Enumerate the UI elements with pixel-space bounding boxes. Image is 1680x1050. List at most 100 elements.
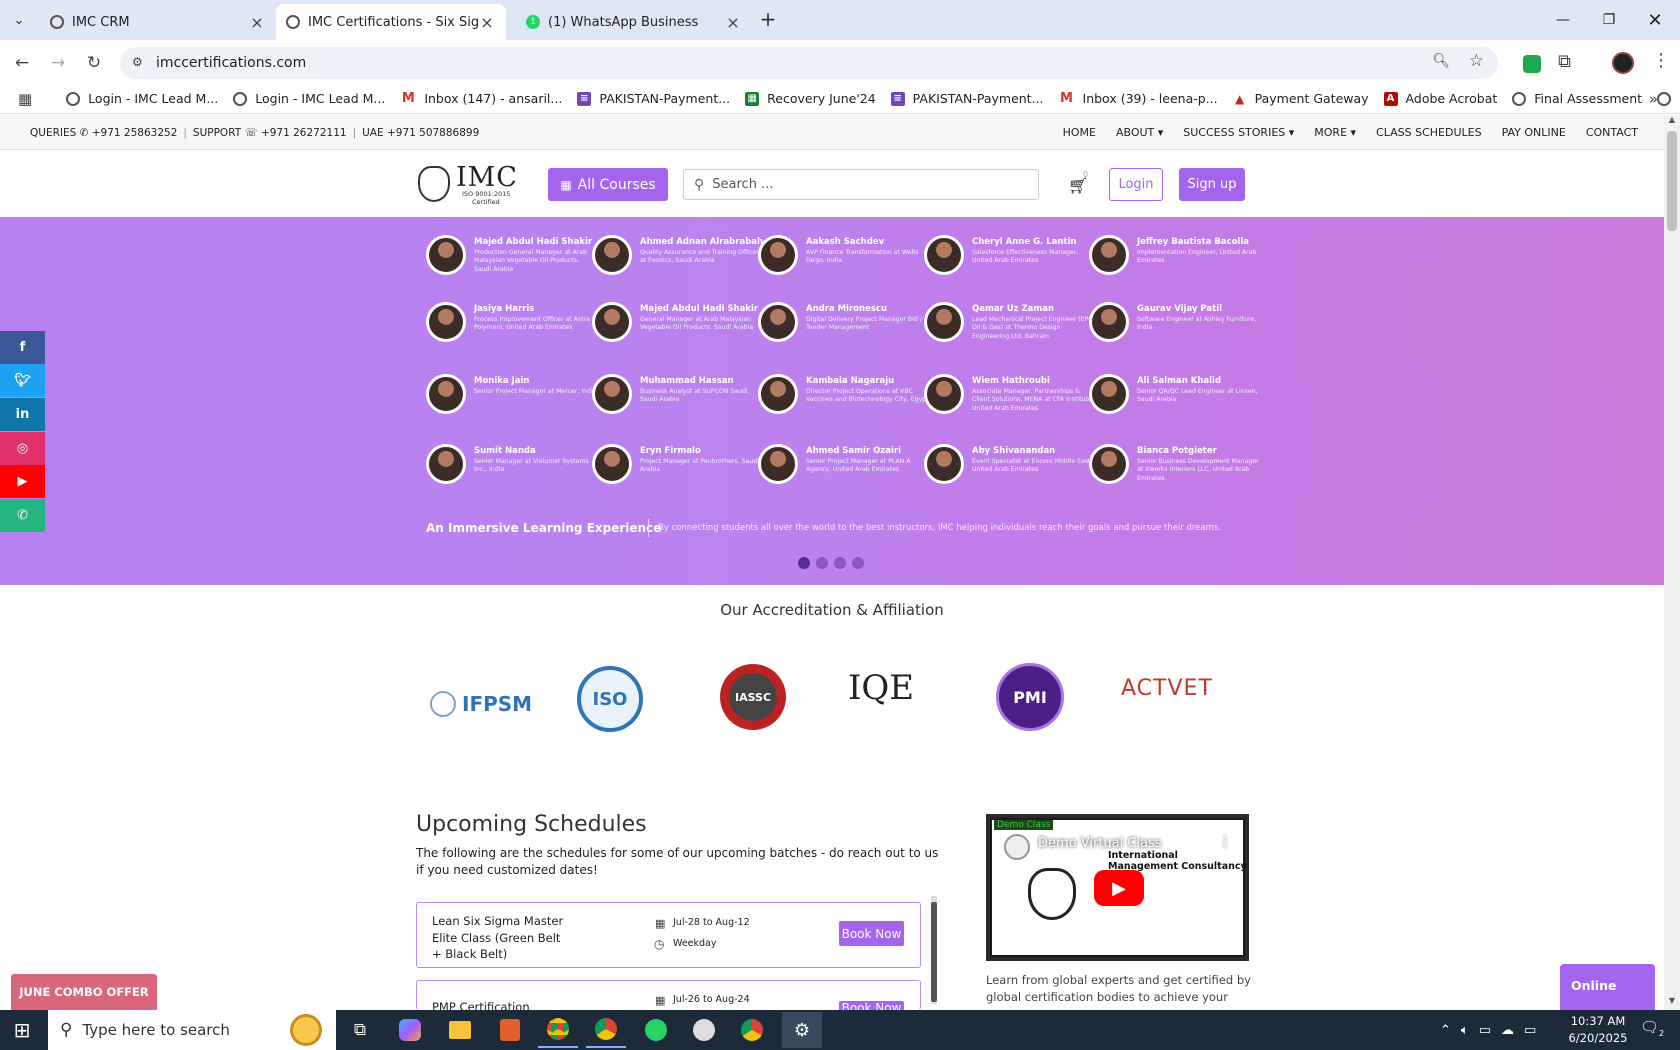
file-explorer-icon[interactable] [440, 1012, 480, 1048]
tab-search-button[interactable]: ⌄ [6, 8, 32, 32]
bookmark-item[interactable]: Login - IMC Lead M... [66, 91, 218, 106]
windows-start-icon[interactable]: ⊞ [2, 1012, 42, 1048]
close-tab-icon[interactable]: × [724, 13, 742, 32]
menu-about[interactable]: ABOUT ▾ [1116, 126, 1163, 139]
new-tab-button[interactable]: + [756, 8, 780, 32]
carousel-dot[interactable] [852, 557, 864, 569]
promo-offer-button[interactable]: JUNE COMBO OFFER [11, 974, 157, 1010]
demo-video-player[interactable]: Demo Class Demo Virtual Class ⋮ Internat… [986, 814, 1249, 961]
whatsapp-share-button[interactable]: ✆ [0, 499, 45, 532]
iso-logo[interactable]: ISO [577, 666, 643, 732]
course-search-box[interactable]: ⚲ Search ... [683, 169, 1039, 200]
instagram-share-button[interactable]: ◎ [0, 432, 45, 465]
hero-banner[interactable]: Majed Abdul Hadi Shakir Production Genera… [0, 217, 1664, 585]
restore-button[interactable]: ❐ [1586, 6, 1632, 34]
play-icon[interactable]: ▶ [1094, 870, 1144, 906]
more-bookmarks-icon[interactable]: » [1649, 90, 1658, 108]
app-icon[interactable] [684, 1012, 724, 1048]
page-scrollbar[interactable]: ▲ ▼ [1664, 115, 1680, 1010]
site-settings-icon[interactable]: ⚙ [132, 55, 143, 69]
book-now-button[interactable]: Book Now [839, 921, 904, 946]
login-button[interactable]: Login [1109, 168, 1163, 201]
bookmark-item[interactable]: A Adobe Acrobat [1383, 91, 1497, 106]
imc-logo[interactable]: IMC ISO 9001:2015 Certified [418, 162, 518, 206]
menu-more[interactable]: MORE ▾ [1314, 126, 1356, 139]
menu-pay-online[interactable]: PAY ONLINE [1502, 126, 1566, 139]
network-icon[interactable]: ▭ [1524, 1023, 1536, 1038]
linkedin-share-button[interactable]: in [0, 398, 45, 431]
actvet-logo[interactable]: ACTVET [1121, 676, 1215, 726]
bookmark-item[interactable]: ≡ PAKISTAN-Payment... [577, 91, 730, 106]
menu-contact[interactable]: CONTACT [1586, 126, 1638, 139]
video-menu-icon[interactable]: ⋮ [1218, 834, 1232, 850]
whatsapp-icon[interactable] [636, 1012, 676, 1048]
all-courses-button[interactable]: ▦ All Courses [548, 168, 668, 201]
scroll-up-arrow[interactable]: ▲ [1664, 115, 1680, 129]
minimize-button[interactable]: — [1540, 6, 1586, 34]
back-button[interactable]: ← [8, 49, 36, 77]
bookmark-item[interactable]: Login - IMC Lead M... [233, 91, 385, 106]
chrome-icon[interactable] [732, 1012, 772, 1048]
taskbar-search-box[interactable]: ⚲ Type here to search [48, 1010, 336, 1050]
show-hidden-icons[interactable]: ⌃ [1440, 1023, 1451, 1038]
copilot-icon[interactable] [390, 1012, 430, 1048]
reload-button[interactable]: ↻ [80, 49, 108, 77]
taskbar-clock[interactable]: 10:37 AM 6/20/2025 [1560, 1013, 1636, 1047]
browser-menu-icon[interactable]: ⋮ [1652, 50, 1670, 71]
bookmark-item[interactable]: ≡ PAKISTAN-Payment... [890, 91, 1044, 106]
url-bar[interactable]: ⚙ imccertifications.com 🔍︎ ☆ [120, 47, 1498, 79]
chrome-icon[interactable] [538, 1012, 578, 1048]
extensions-puzzle-icon[interactable]: ⧉ [1558, 51, 1571, 72]
bookmark-item[interactable]: M Inbox (39) - leena-p... [1059, 91, 1218, 106]
iassc-logo[interactable]: IASSC [720, 664, 786, 730]
schedule-card[interactable]: PMP Certification ▦ Jul-26 to Aug-24 Boo… [416, 980, 921, 1014]
bookmark-item[interactable]: M Inbox (147) - ansaril... [400, 91, 562, 106]
pmi-logo[interactable]: PMI [996, 663, 1064, 731]
page-scroll-thumb[interactable] [1667, 131, 1677, 231]
zoom-icon[interactable]: 🔍︎ [1432, 53, 1450, 69]
carousel-dot[interactable] [834, 557, 846, 569]
apps-grid-icon[interactable]: ▦ [18, 90, 32, 108]
ifpsm-logo[interactable]: IFPSM [430, 690, 540, 718]
support-phone[interactable]: SUPPORT ☏ +971 26272111 [193, 127, 347, 139]
menu-success-stories[interactable]: SUCCESS STORIES ▾ [1183, 126, 1294, 139]
meet-icon[interactable]: ▭ [1479, 1023, 1491, 1038]
scroll-down-arrow[interactable]: ▼ [1664, 996, 1680, 1010]
chrome-icon[interactable] [586, 1012, 626, 1048]
tab-imc-certifications[interactable]: IMC Certifications - Six Sigma G × [276, 4, 506, 40]
close-tab-icon[interactable]: × [478, 13, 496, 32]
settings-gear-icon[interactable]: ⚙ [782, 1012, 822, 1048]
schedule-card[interactable]: Lean Six Sigma Master Elite Class (Green… [416, 902, 921, 968]
iqe-logo[interactable]: IQE [846, 668, 916, 726]
bookmark-item[interactable]: Final Assessment [1512, 91, 1642, 106]
signup-button[interactable]: Sign up [1179, 168, 1245, 201]
menu-home[interactable]: HOME [1063, 126, 1096, 139]
volume-icon[interactable]: 🔈︎ [1461, 1023, 1469, 1038]
twitter-share-button[interactable]: 🐦︎ [0, 364, 45, 397]
profile-avatar[interactable] [1612, 52, 1634, 74]
tab-whatsapp-business[interactable]: 1 (1) WhatsApp Business × [516, 4, 752, 40]
bookmark-item[interactable] [1657, 91, 1679, 106]
carousel-dot[interactable] [798, 557, 810, 569]
notification-center-icon[interactable]: 🗨︎2 [1640, 1018, 1664, 1038]
tab-imc-crm[interactable]: IMC CRM × [40, 4, 276, 40]
close-tab-icon[interactable]: × [248, 13, 266, 32]
bookmark-item[interactable]: ▦ Recovery June'24 [745, 91, 876, 106]
task-view-icon[interactable]: ⧉ [340, 1012, 380, 1048]
menu-class-schedules[interactable]: CLASS SCHEDULES [1376, 126, 1482, 139]
carousel-dot[interactable] [816, 557, 828, 569]
queries-phone[interactable]: QUERIES ✆ +971 25863252 [30, 127, 177, 139]
schedules-scrollbar[interactable] [931, 896, 937, 1004]
uae-phone[interactable]: UAE +971 507886899 [362, 127, 479, 139]
schedules-scroll-thumb[interactable] [931, 902, 937, 1002]
extension-green-icon[interactable] [1523, 55, 1541, 73]
bookmark-item[interactable]: ▲ Payment Gateway [1233, 91, 1369, 106]
onedrive-icon[interactable]: ☁ [1501, 1023, 1514, 1038]
forward-button[interactable]: → [44, 49, 72, 77]
facebook-share-button[interactable]: f [0, 331, 45, 364]
chat-online-button[interactable]: Online [1560, 964, 1655, 1010]
close-window-button[interactable]: ✕ [1632, 6, 1678, 34]
youtube-share-button[interactable]: ▶ [0, 465, 45, 498]
bookmark-star-icon[interactable]: ☆ [1469, 51, 1484, 71]
app-icon[interactable] [490, 1012, 530, 1048]
